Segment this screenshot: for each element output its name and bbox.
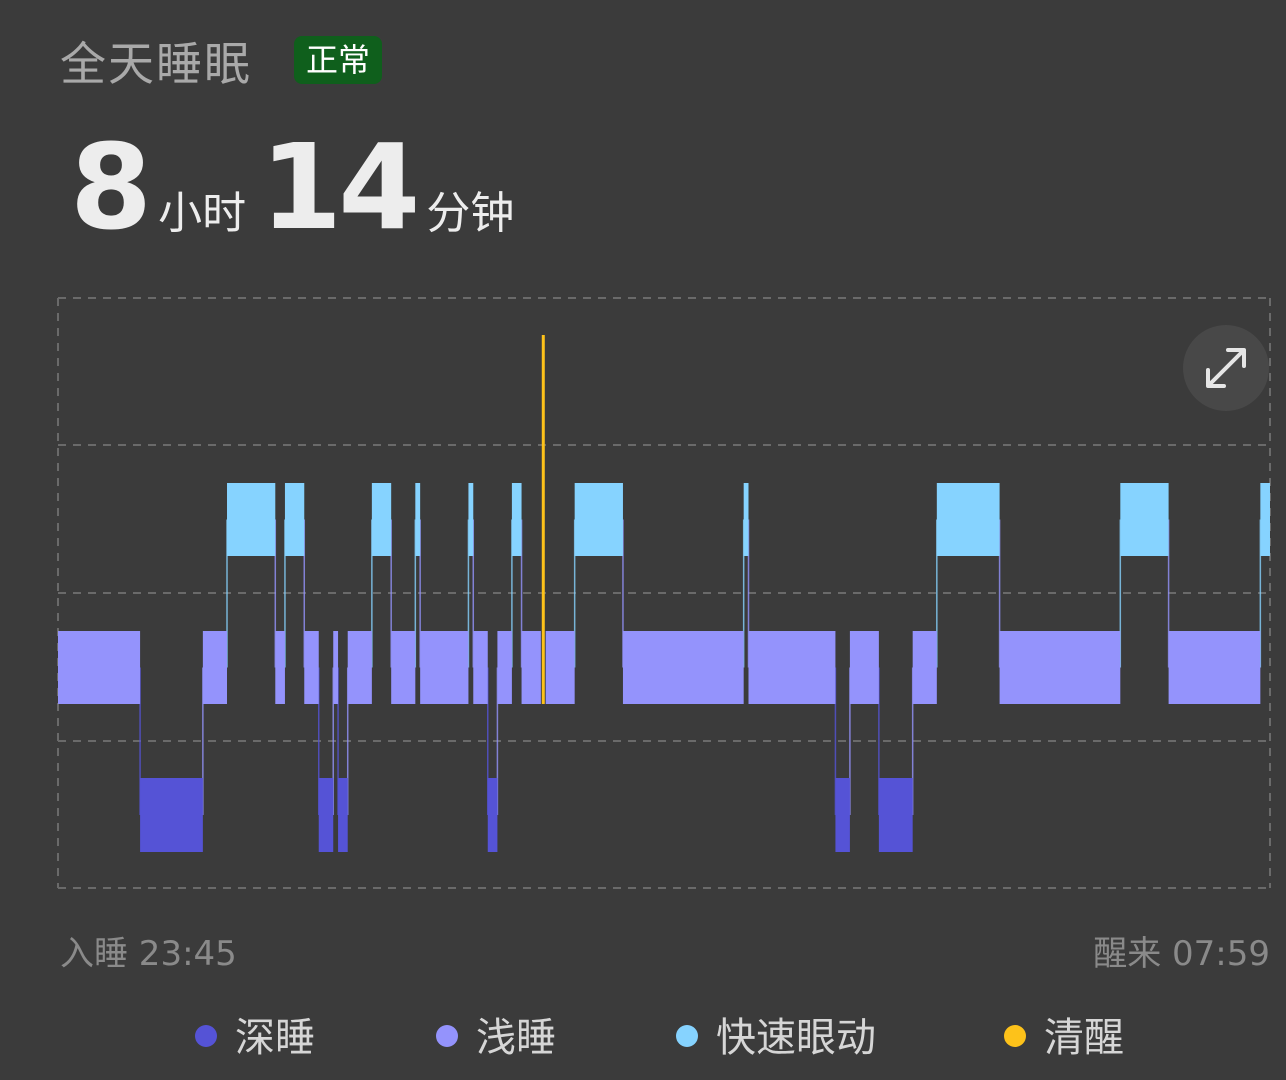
legend-label: 快速眼动	[716, 1015, 876, 1061]
light-sleep-segment	[912, 631, 937, 704]
rem-segment	[511, 483, 522, 556]
deep-sleep-segment	[140, 778, 203, 852]
chart-grid	[57, 297, 1271, 889]
deep-sleep-segment	[487, 778, 498, 852]
rem-segment	[574, 483, 623, 556]
wake-time: 醒来 07:59	[1093, 934, 1270, 974]
light-sleep-segment	[202, 631, 228, 704]
legend-dot	[436, 1025, 458, 1047]
rem-segment	[227, 483, 276, 556]
light-sleep-segment	[58, 631, 141, 704]
awake-segment	[541, 335, 545, 704]
legend-dot	[195, 1025, 217, 1047]
rem-segment	[371, 483, 392, 556]
rem-segment	[284, 483, 305, 556]
legend-deep: 深睡	[195, 1005, 315, 1063]
rem-segment	[936, 483, 1000, 556]
light-sleep-segment	[275, 631, 285, 704]
rem-segment	[743, 483, 749, 556]
rem-segment	[1120, 483, 1169, 556]
expand-button[interactable]	[1183, 325, 1269, 411]
rem-segment	[415, 483, 421, 556]
legend-dot	[676, 1025, 698, 1047]
deep-sleep-segment	[338, 778, 348, 852]
light-sleep-segment	[391, 631, 416, 704]
legend-awake: 清醒	[1004, 1005, 1124, 1063]
rem-segment	[1260, 483, 1270, 556]
light-sleep-segment	[497, 631, 512, 704]
legend-rem: 快速眼动	[676, 1005, 876, 1063]
deep-sleep-segment	[878, 778, 913, 852]
sleep-time: 入睡 23:45	[60, 934, 237, 974]
light-sleep-segment	[347, 631, 372, 704]
deep-sleep-segment	[835, 778, 850, 852]
light-sleep-segment	[849, 631, 879, 704]
light-sleep-segment	[333, 631, 339, 704]
expand-icon	[1206, 348, 1246, 388]
light-sleep-segment	[748, 631, 836, 704]
light-sleep-segment	[304, 631, 319, 704]
light-sleep-segment	[545, 631, 575, 704]
legend-light: 浅睡	[436, 1005, 556, 1063]
light-sleep-segment	[1168, 631, 1261, 704]
legend-label: 清醒	[1044, 1015, 1124, 1061]
rem-segment	[468, 483, 474, 556]
legend-label: 浅睡	[476, 1015, 556, 1061]
light-sleep-segment	[521, 631, 541, 704]
light-sleep-segment	[420, 631, 469, 704]
deep-sleep-segment	[318, 778, 334, 852]
light-sleep-segment	[999, 631, 1121, 704]
light-sleep-segment	[622, 631, 744, 704]
legend-label: 深睡	[235, 1015, 315, 1061]
sleep-stage-chart	[57, 297, 1271, 889]
light-sleep-segment	[473, 631, 488, 704]
legend-dot	[1004, 1025, 1026, 1047]
